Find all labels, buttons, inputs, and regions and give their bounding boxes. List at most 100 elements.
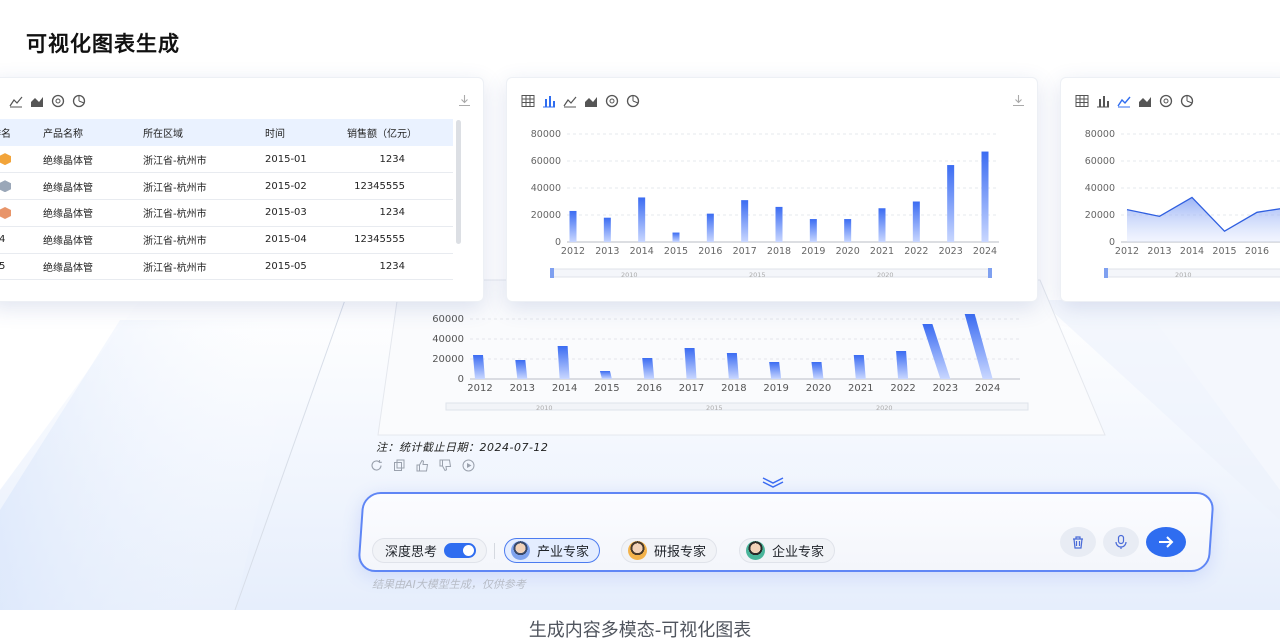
zoom-handle-right [988,268,992,278]
divider [494,543,495,559]
col-region: 所在区域 [143,119,265,146]
x-tick-label: 2015 [664,246,688,257]
area-chart-card: 0 20000 40000 60000 80000 2012 2013 2014 2015 201… [1060,77,1280,302]
table-row[interactable]: 绝缘晶体管 浙江省-杭州市 2015-03 1234 [0,199,453,227]
bar [473,355,485,379]
table-scrollbar[interactable] [456,120,461,244]
bar [557,346,570,379]
bar [811,362,824,379]
chip-research-expert[interactable]: 研报专家 [621,538,718,563]
table-card-toolbar [9,94,86,108]
bar [672,232,680,242]
y-tick-label: 60000 [432,314,464,325]
sales-cell: 12345555 [347,172,453,201]
product-cell: 绝缘晶体管 [43,172,143,201]
x-tick-label: 2013 [1147,246,1171,257]
x-tick-label: 2016 [637,383,662,394]
chevron-down-icon[interactable] [761,476,785,488]
bar [603,217,611,242]
chip-industry-expert[interactable]: 产业专家 [504,538,601,563]
time-cell: 2015-05 [265,253,347,281]
rank-badge-icon [0,153,11,166]
area-fill [1127,197,1280,242]
x-tick-label: 2018 [721,383,746,394]
y-tick-label: 40000 [432,334,464,345]
table-row[interactable]: 4 绝缘晶体管浙江省-杭州市2015-0412345555 [0,226,453,254]
col-sales: 销售额（亿元） [347,119,453,146]
product-cell: 绝缘晶体管 [43,146,143,174]
y-tick-label: 20000 [1085,210,1115,221]
bar [878,208,886,242]
area-chart: 0200004000060000800002012 2013 2014 2015 201… [1085,129,1280,279]
donut-chart-icon[interactable] [51,94,65,108]
line-chart-icon[interactable] [9,94,23,108]
col-rank: 排名 [0,119,43,146]
voice-button[interactable] [1103,527,1139,557]
x-tick-label: 2021 [870,246,894,257]
y-tick-label: 20000 [432,354,464,365]
bar [809,219,817,242]
thumbs-up-icon[interactable] [416,459,429,472]
table-row[interactable]: 绝缘晶体管 浙江省-杭州市 2015-01 1234 [0,146,453,174]
region-cell: 浙江省-杭州市 [143,226,265,254]
deep-think-toggle[interactable]: 深度思考 [372,538,488,563]
research-expert-avatar [628,541,647,560]
bar [684,348,697,379]
x-tick-label: 2022 [904,246,928,257]
chip-enterprise-expert[interactable]: 企业专家 [739,538,836,563]
x-tick-label: 2020 [806,383,831,394]
bar [912,201,920,242]
enterprise-expert-avatar [746,541,765,560]
sales-cell: 1234 [347,146,453,174]
zoom-slider [550,268,992,278]
bar [515,360,528,379]
x-tick-label: 2014 [552,383,577,394]
x-tick-label: 2015 [1212,246,1236,257]
bar [642,358,655,379]
research-expert-label: 研报专家 [654,545,707,560]
download-icon[interactable] [458,94,471,107]
bar [599,371,612,379]
bar [844,219,852,242]
zoom-label: 2010 [1175,271,1192,279]
table-row[interactable]: 5 绝缘晶体管浙江省-杭州市2015-051234 [0,253,453,281]
page-caption: 生成内容多模态-可视化图表 [528,620,752,641]
page-title: 可视化图表生成 [26,32,180,56]
table-header-row: 排名 产品名称 所在区域 时间 销售额（亿元） [0,119,453,146]
industry-expert-label: 产业专家 [537,545,590,560]
x-tick-label: 2021 [848,383,873,394]
ai-disclaimer: 结果由AI大模型生成，仅供参考 [372,578,526,591]
table-row[interactable]: 绝缘晶体管 浙江省-杭州市 2015-02 12345555 [0,172,453,201]
thumbs-down-icon[interactable] [439,459,452,472]
copy-icon[interactable] [393,459,406,472]
rank-cell [0,146,43,174]
refresh-icon[interactable] [370,459,383,472]
clear-button[interactable] [1060,527,1096,557]
deep-think-switch[interactable] [444,543,477,558]
y-tick-label: 0 [458,374,464,385]
x-tick-label: 2023 [939,246,963,257]
x-tick-label: 2023 [933,383,958,394]
x-tick-label: 2020 [836,246,860,257]
product-cell: 绝缘晶体管 [43,226,143,254]
bar-chart: 0200004000060000800002012 2013 2014 2015 201… [531,129,999,279]
zoom-label: 2015 [706,404,723,412]
bar [569,210,577,242]
x-tick-label: 2016 [1245,246,1269,257]
x-tick-label: 2017 [733,246,757,257]
time-cell: 2015-01 [265,146,347,174]
broom-icon [1073,536,1083,549]
microphone-icon [1115,534,1127,549]
zoom-label: 2020 [876,404,893,412]
sales-table: 排名 产品名称 所在区域 时间 销售额（亿元） 绝缘晶体管浙江省-杭州市2015… [0,119,453,281]
send-button[interactable] [1146,527,1186,557]
x-tick-label: 2018 [767,246,791,257]
y-tick-label: 60000 [1085,156,1115,167]
bar [741,200,749,242]
bar [769,362,782,379]
pie-chart-icon[interactable] [72,94,86,108]
region-cell: 浙江省-杭州市 [143,253,265,281]
area-chart-icon[interactable] [30,94,44,108]
x-tick-label: 2012 [1115,246,1139,257]
play-icon[interactable] [462,459,475,472]
